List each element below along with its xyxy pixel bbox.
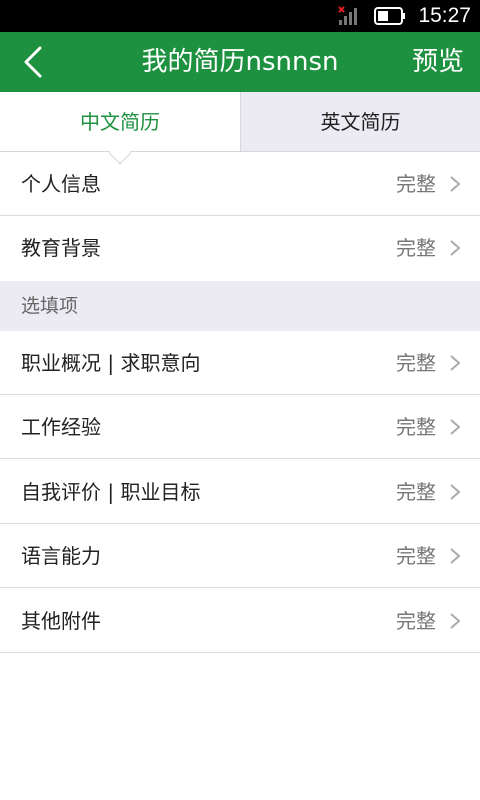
list-item-label: 个人信息 xyxy=(21,172,101,196)
list-item-label: 教育背景 xyxy=(21,236,101,260)
status-text: 完整 xyxy=(396,351,436,375)
list-item-label: 其他附件 xyxy=(21,609,101,633)
status-text: 完整 xyxy=(396,480,436,504)
list-item-career-overview[interactable]: 职业概况 | 求职意向 完整 xyxy=(0,331,480,395)
status-text: 完整 xyxy=(396,415,436,439)
chevron-right-icon xyxy=(450,176,461,192)
chevron-right-icon xyxy=(450,419,461,435)
list-item-label: 语言能力 xyxy=(21,544,101,568)
section-header-optional: 选填项 xyxy=(0,281,480,331)
app-bar: 我的简历nsnnsn 预览 xyxy=(0,32,480,92)
chevron-right-icon xyxy=(450,548,461,564)
list-item-personal-info[interactable]: 个人信息 完整 xyxy=(0,152,480,216)
back-icon[interactable] xyxy=(14,40,58,84)
resume-language-tabs: 中文简历 英文简历 xyxy=(0,92,480,152)
chevron-right-icon xyxy=(450,613,461,629)
page-title: 我的简历nsnnsn xyxy=(141,47,339,77)
list-item-education[interactable]: 教育背景 完整 xyxy=(0,216,480,281)
list-item-language-skills[interactable]: 语言能力 完整 xyxy=(0,524,480,588)
status-text: 完整 xyxy=(396,609,436,633)
list-item-label: 职业概况 | 求职意向 xyxy=(21,351,201,375)
status-text: 完整 xyxy=(396,236,436,260)
status-bar: 15:27 xyxy=(0,0,480,32)
status-text: 完整 xyxy=(396,544,436,568)
preview-button[interactable]: 预览 xyxy=(412,32,464,92)
list-item-work-experience[interactable]: 工作经验 完整 xyxy=(0,395,480,459)
chevron-right-icon xyxy=(450,240,461,256)
status-text: 完整 xyxy=(396,172,436,196)
battery-icon xyxy=(374,7,405,25)
list-item-attachments[interactable]: 其他附件 完整 xyxy=(0,589,480,653)
section-header-label: 选填项 xyxy=(21,295,79,317)
tab-english-resume[interactable]: 英文简历 xyxy=(240,92,480,152)
list-item-self-evaluation[interactable]: 自我评价 | 职业目标 完整 xyxy=(0,460,480,524)
chevron-right-icon xyxy=(450,355,461,371)
list-item-label: 自我评价 | 职业目标 xyxy=(21,480,201,504)
clock: 15:27 xyxy=(418,4,471,27)
chevron-right-icon xyxy=(450,484,461,500)
list-item-label: 工作经验 xyxy=(21,415,101,439)
signal-icon xyxy=(338,6,357,25)
